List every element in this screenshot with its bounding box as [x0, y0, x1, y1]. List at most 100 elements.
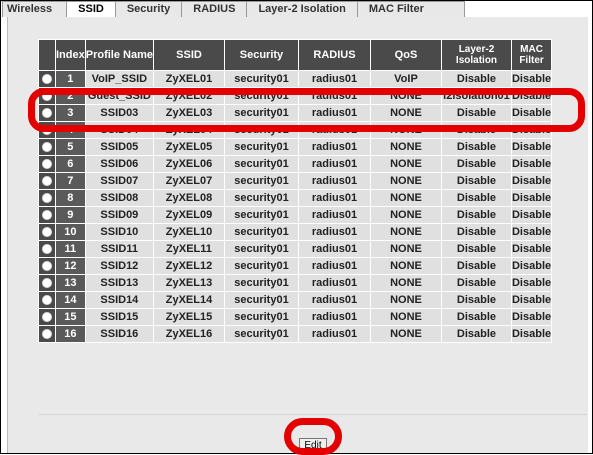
row-select-radio[interactable]	[42, 176, 52, 187]
cell-mac: Disable	[510, 70, 553, 88]
cell-security: security01	[223, 308, 299, 326]
row-select-cell	[38, 240, 56, 258]
row-select-radio[interactable]	[42, 159, 52, 170]
cell-profile: SSID08	[84, 189, 154, 207]
window-frame: Wireless SSID Security RADIUS Layer-2 Is…	[0, 0, 593, 455]
cell-index: 13	[55, 274, 86, 292]
row-select-cell	[38, 274, 56, 292]
cell-l2: Disable	[440, 189, 512, 207]
table-row: 12 SSID12 ZyXEL12 security01 radius01 NONE Dis…	[38, 257, 553, 275]
cell-l2: Disable	[440, 291, 512, 309]
column-header-mac-filter: MAC Filter	[510, 39, 553, 71]
cell-mac: Disable	[510, 155, 553, 173]
cell-security: security01	[223, 104, 299, 122]
row-select-radio[interactable]	[42, 295, 52, 306]
column-header-qos: QoS	[369, 39, 442, 71]
cell-index: 6	[55, 155, 86, 173]
table-row: 8 SSID08 ZyXEL08 security01 radius01 NONE Disa…	[38, 189, 553, 207]
cell-security: security01	[223, 155, 299, 173]
cell-l2: Disable	[440, 240, 512, 258]
cell-qos: NONE	[369, 104, 442, 122]
row-select-radio[interactable]	[42, 193, 52, 204]
table-row: 11 SSID11 ZyXEL11 security01 radius01 NONE Dis…	[38, 240, 553, 258]
row-select-radio[interactable]	[42, 74, 52, 85]
row-select-cell	[38, 155, 56, 173]
cell-security: security01	[223, 70, 299, 88]
cell-security: security01	[223, 240, 299, 258]
row-select-radio[interactable]	[42, 227, 52, 238]
row-select-radio[interactable]	[42, 125, 52, 136]
row-select-radio[interactable]	[42, 261, 52, 272]
cell-security: security01	[223, 325, 299, 343]
row-select-radio[interactable]	[42, 210, 52, 221]
cell-radius: radius01	[297, 308, 371, 326]
cell-l2: Disable	[440, 206, 512, 224]
cell-profile: VoIP_SSID	[84, 70, 154, 88]
tab-security[interactable]: Security	[114, 1, 183, 17]
tab-mac-filter[interactable]: MAC Filter	[356, 1, 465, 17]
cell-index: 11	[55, 240, 86, 258]
cell-qos: NONE	[369, 223, 442, 241]
cell-security: security01	[223, 257, 299, 275]
cell-radius: radius01	[297, 206, 371, 224]
tab-bar: Wireless SSID Security RADIUS Layer-2 Is…	[2, 1, 591, 17]
cell-qos: NONE	[369, 206, 442, 224]
row-select-radio[interactable]	[42, 312, 52, 323]
row-select-cell	[38, 104, 56, 122]
edit-button[interactable]: Edit	[299, 438, 327, 454]
cell-qos: NONE	[369, 189, 442, 207]
cell-index: 3	[55, 104, 86, 122]
row-select-radio[interactable]	[42, 329, 52, 340]
cell-index: 10	[55, 223, 86, 241]
cell-ssid: ZyXEL02	[152, 87, 225, 105]
row-select-cell	[38, 206, 56, 224]
cell-l2: Disable	[440, 104, 512, 122]
cell-ssid: ZyXEL15	[152, 308, 225, 326]
cell-l2: Disable	[440, 138, 512, 156]
table-row: 15 SSID15 ZyXEL15 security01 radius01 NONE Dis…	[38, 308, 553, 326]
row-select-cell	[38, 87, 56, 105]
row-select-radio[interactable]	[42, 142, 52, 153]
cell-mac: Disable	[510, 87, 553, 105]
row-select-radio[interactable]	[42, 108, 52, 119]
cell-radius: radius01	[297, 104, 371, 122]
cell-index: 4	[55, 121, 86, 139]
table-row: 7 SSID07 ZyXEL07 security01 radius01 NONE Disa…	[38, 172, 553, 190]
cell-qos: NONE	[369, 308, 442, 326]
row-select-radio[interactable]	[42, 278, 52, 289]
row-select-cell	[38, 257, 56, 275]
tab-radius[interactable]: RADIUS	[181, 1, 248, 17]
table-row: 1 VoIP_SSID ZyXEL01 security01 radius01 VoIP D…	[38, 70, 553, 88]
row-select-radio[interactable]	[42, 91, 52, 102]
table-row: 4 SSID04 ZyXEL04 security01 radius01 NONE Disa…	[38, 121, 553, 139]
row-select-cell	[38, 308, 56, 326]
cell-l2: Disable	[440, 257, 512, 275]
cell-index: 5	[55, 138, 86, 156]
row-select-cell	[38, 121, 56, 139]
row-select-cell	[38, 138, 56, 156]
tab-wireless[interactable]: Wireless	[2, 1, 68, 17]
cell-l2: Disable	[440, 223, 512, 241]
cell-ssid: ZyXEL05	[152, 138, 225, 156]
cell-profile: SSID09	[84, 206, 154, 224]
cell-profile: SSID13	[84, 274, 154, 292]
cell-radius: radius01	[297, 121, 371, 139]
table-row: 13 SSID13 ZyXEL13 security01 radius01 NONE Dis…	[38, 274, 553, 292]
column-header-layer2-isolation: Layer-2 Isolation	[440, 39, 512, 71]
row-select-cell	[38, 325, 56, 343]
row-select-cell	[38, 223, 56, 241]
tab-ssid[interactable]: SSID	[66, 1, 116, 17]
row-select-radio[interactable]	[42, 244, 52, 255]
cell-profile: SSID10	[84, 223, 154, 241]
cell-l2: l2isolation01	[440, 87, 512, 105]
cell-radius: radius01	[297, 291, 371, 309]
cell-ssid: ZyXEL16	[152, 325, 225, 343]
column-header-index: Index	[55, 39, 86, 71]
tab-layer2-isolation[interactable]: Layer-2 Isolation	[246, 1, 358, 17]
table-row: 6 SSID06 ZyXEL06 security01 radius01 NONE Disa…	[38, 155, 553, 173]
cell-security: security01	[223, 223, 299, 241]
cell-profile: SSID11	[84, 240, 154, 258]
cell-security: security01	[223, 121, 299, 139]
cell-qos: NONE	[369, 155, 442, 173]
cell-security: security01	[223, 291, 299, 309]
